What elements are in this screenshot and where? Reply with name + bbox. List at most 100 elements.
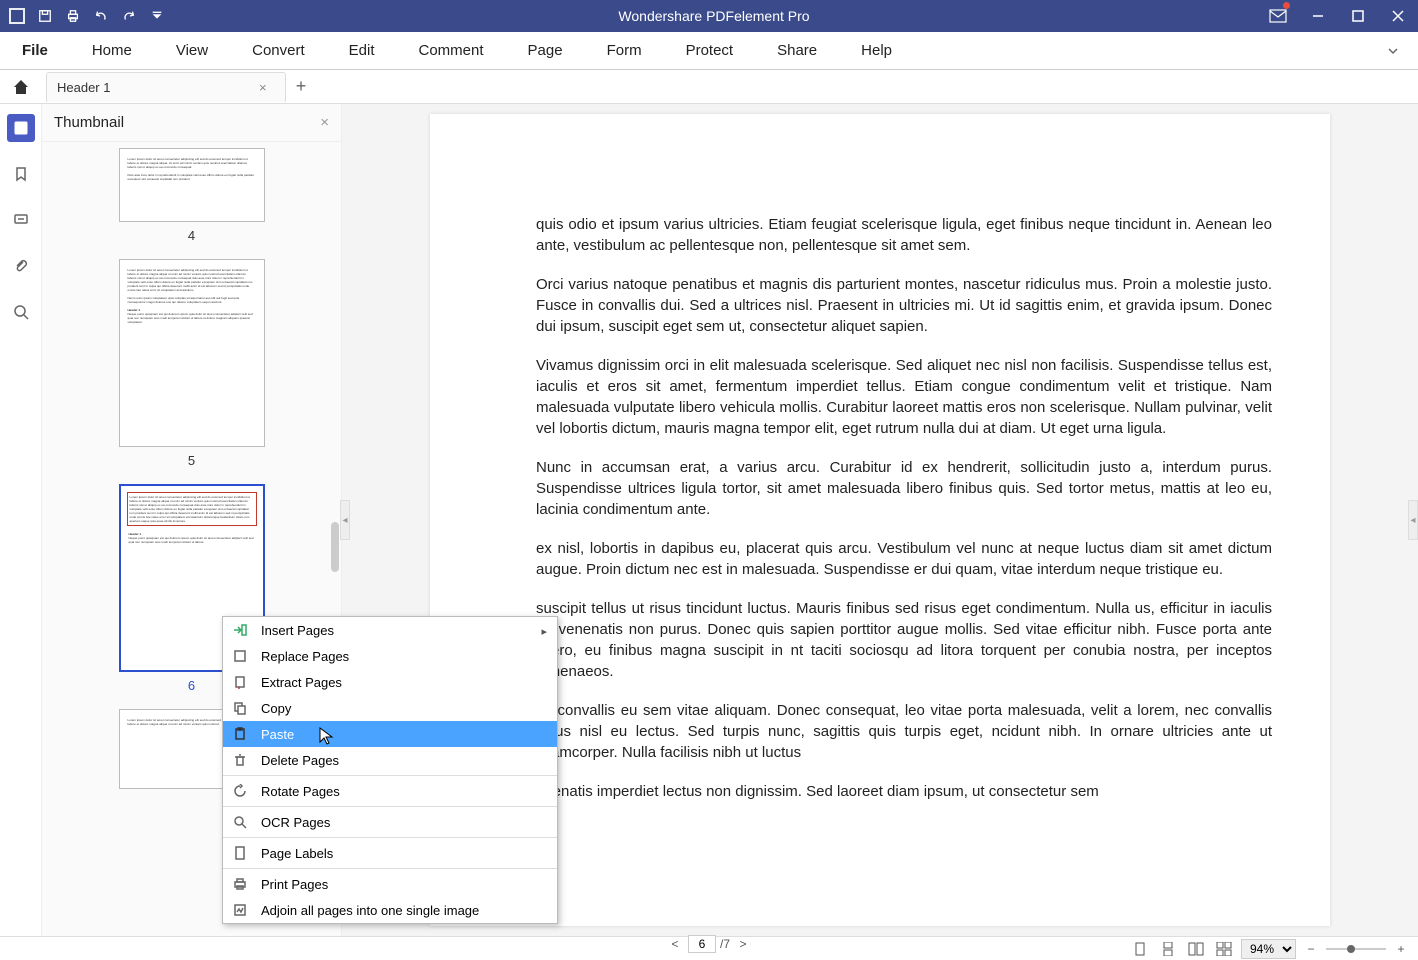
scrollbar-thumb[interactable]	[331, 522, 339, 572]
menu-print-pages[interactable]: Print Pages	[223, 871, 557, 897]
label-icon	[229, 846, 251, 860]
two-page-icon[interactable]	[1185, 940, 1207, 958]
menu-paste[interactable]: Paste	[223, 721, 557, 747]
menu-delete-pages[interactable]: Delete Pages	[223, 747, 557, 773]
paragraph: Orci varius natoque penatibus et magnis …	[536, 274, 1272, 337]
menu-edit[interactable]: Edit	[327, 32, 397, 69]
menu-copy[interactable]: Copy	[223, 695, 557, 721]
expand-right-panel-icon[interactable]: ◂	[1408, 500, 1418, 540]
bookmark-icon[interactable]	[7, 160, 35, 188]
menu-label: Rotate Pages	[251, 784, 547, 799]
adjoin-icon	[229, 903, 251, 917]
mail-icon[interactable]	[1258, 0, 1298, 32]
menu-replace-pages[interactable]: Replace Pages	[223, 643, 557, 669]
print-icon[interactable]	[60, 4, 86, 28]
workspace: Thumbnail × Lorem ipsum dolor sit amet c…	[0, 104, 1418, 936]
menu-label: Adjoin all pages into one single image	[251, 903, 547, 918]
close-button[interactable]	[1378, 0, 1418, 32]
submenu-arrow-icon	[541, 623, 547, 638]
page-content: quis odio et ipsum varius ultricies. Eti…	[430, 114, 1330, 926]
menu-label: Copy	[251, 701, 547, 716]
paragraph: Nunc in accumsan erat, a varius arcu. Cu…	[536, 457, 1272, 520]
insert-icon	[229, 623, 251, 637]
new-tab-button[interactable]: +	[286, 76, 316, 97]
next-page-button[interactable]: >	[734, 937, 752, 951]
extract-icon	[229, 675, 251, 689]
menu-label: OCR Pages	[251, 815, 547, 830]
maximize-button[interactable]	[1338, 0, 1378, 32]
thumbnail-image: Lorem ipsum dolor sit amet consectetur a…	[119, 259, 265, 447]
notification-dot-icon	[1283, 2, 1290, 9]
thumbnail-item[interactable]: Lorem ipsum dolor sit amet consectetur a…	[42, 148, 341, 243]
paragraph: se convallis eu sem vitae aliquam. Donec…	[536, 700, 1272, 763]
paragraph: suscipit tellus ut risus tincidunt luctu…	[536, 598, 1272, 682]
tab-close-icon[interactable]: ×	[259, 80, 275, 95]
menu-insert-pages[interactable]: Insert Pages	[223, 617, 557, 643]
menu-page-labels[interactable]: Page Labels	[223, 840, 557, 866]
thumbnail-number: 4	[188, 228, 195, 243]
menu-rotate-pages[interactable]: Rotate Pages	[223, 778, 557, 804]
panel-header: Thumbnail ×	[42, 104, 341, 142]
comments-icon[interactable]	[7, 206, 35, 234]
menu-view[interactable]: View	[154, 32, 230, 69]
status-bar: < /7 > 94% − +	[0, 936, 1418, 960]
single-page-icon[interactable]	[1129, 940, 1151, 958]
prev-page-button[interactable]: <	[666, 937, 684, 951]
menu-help[interactable]: Help	[839, 32, 914, 69]
menu-adjoin-pages[interactable]: Adjoin all pages into one single image	[223, 897, 557, 923]
menu-page[interactable]: Page	[506, 32, 585, 69]
menu-extract-pages[interactable]: Extract Pages	[223, 669, 557, 695]
paragraph: ex nisl, lobortis in dapibus eu, placera…	[536, 538, 1272, 580]
home-icon[interactable]	[6, 72, 36, 102]
panel-title: Thumbnail	[54, 114, 124, 131]
thumbnails-icon[interactable]	[7, 114, 35, 142]
menu-share[interactable]: Share	[755, 32, 839, 69]
two-page-continuous-icon[interactable]	[1213, 940, 1235, 958]
logo-icon[interactable]	[4, 4, 30, 28]
window-controls	[1258, 0, 1418, 32]
collapse-panel-icon[interactable]: ◂	[340, 500, 350, 540]
separator	[223, 806, 557, 807]
ribbon-collapse-icon[interactable]	[1368, 32, 1418, 69]
menu-label: Insert Pages	[251, 623, 541, 638]
page-nav: < /7 >	[666, 935, 752, 953]
panel-close-icon[interactable]: ×	[320, 114, 329, 131]
page-number-input[interactable]	[688, 935, 716, 953]
zoom-out-button[interactable]: −	[1302, 942, 1320, 956]
total-pages: /7	[720, 937, 730, 951]
delete-icon	[229, 753, 251, 767]
rotate-icon	[229, 784, 251, 798]
undo-icon[interactable]	[88, 4, 114, 28]
save-icon[interactable]	[32, 4, 58, 28]
minimize-button[interactable]	[1298, 0, 1338, 32]
thumbnail-item[interactable]: Lorem ipsum dolor sit amet consectetur a…	[42, 259, 341, 468]
document-tab[interactable]: Header 1 ×	[46, 72, 286, 102]
more-icon[interactable]	[144, 4, 170, 28]
redo-icon[interactable]	[116, 4, 142, 28]
continuous-page-icon[interactable]	[1157, 940, 1179, 958]
menu-comment[interactable]: Comment	[397, 32, 506, 69]
thumbnail-number: 6	[188, 678, 195, 693]
menu-home[interactable]: Home	[70, 32, 154, 69]
menu-label: Paste	[251, 727, 547, 742]
copy-icon	[229, 701, 251, 715]
print-icon	[229, 877, 251, 891]
menu-label: Page Labels	[251, 846, 547, 861]
app-title: Wondershare PDFelement Pro	[170, 8, 1258, 24]
separator	[223, 775, 557, 776]
menu-protect[interactable]: Protect	[664, 32, 756, 69]
menu-form[interactable]: Form	[585, 32, 664, 69]
menu-ocr-pages[interactable]: OCR Pages	[223, 809, 557, 835]
zoom-slider[interactable]	[1326, 945, 1386, 953]
menu-label: Replace Pages	[251, 649, 547, 664]
ocr-icon	[229, 815, 251, 829]
thumbnail-number: 5	[188, 453, 195, 468]
menu-file[interactable]: File	[0, 32, 70, 69]
search-icon[interactable]	[7, 298, 35, 326]
thumbnail-image: Lorem ipsum dolor sit amet consectetur a…	[119, 148, 265, 222]
attachments-icon[interactable]	[7, 252, 35, 280]
paragraph: Vivamus dignissim orci in elit malesuada…	[536, 355, 1272, 439]
menu-convert[interactable]: Convert	[230, 32, 327, 69]
zoom-in-button[interactable]: +	[1392, 942, 1410, 956]
menu-label: Print Pages	[251, 877, 547, 892]
